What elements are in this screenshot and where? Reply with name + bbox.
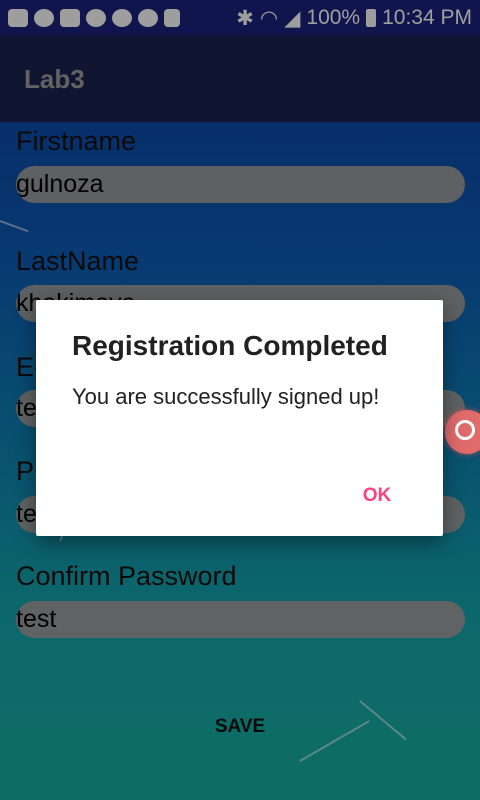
dialog-message: You are successfully signed up!: [72, 384, 380, 409]
dialog-title: Registration Completed: [72, 330, 388, 361]
ok-button[interactable]: OK: [354, 480, 400, 512]
registration-dialog: Registration Completed You are successfu…: [36, 300, 443, 536]
screen: ✱ ◠ ◢ 100% 10:34 PM Lab3 Firstname gulno…: [0, 0, 480, 800]
